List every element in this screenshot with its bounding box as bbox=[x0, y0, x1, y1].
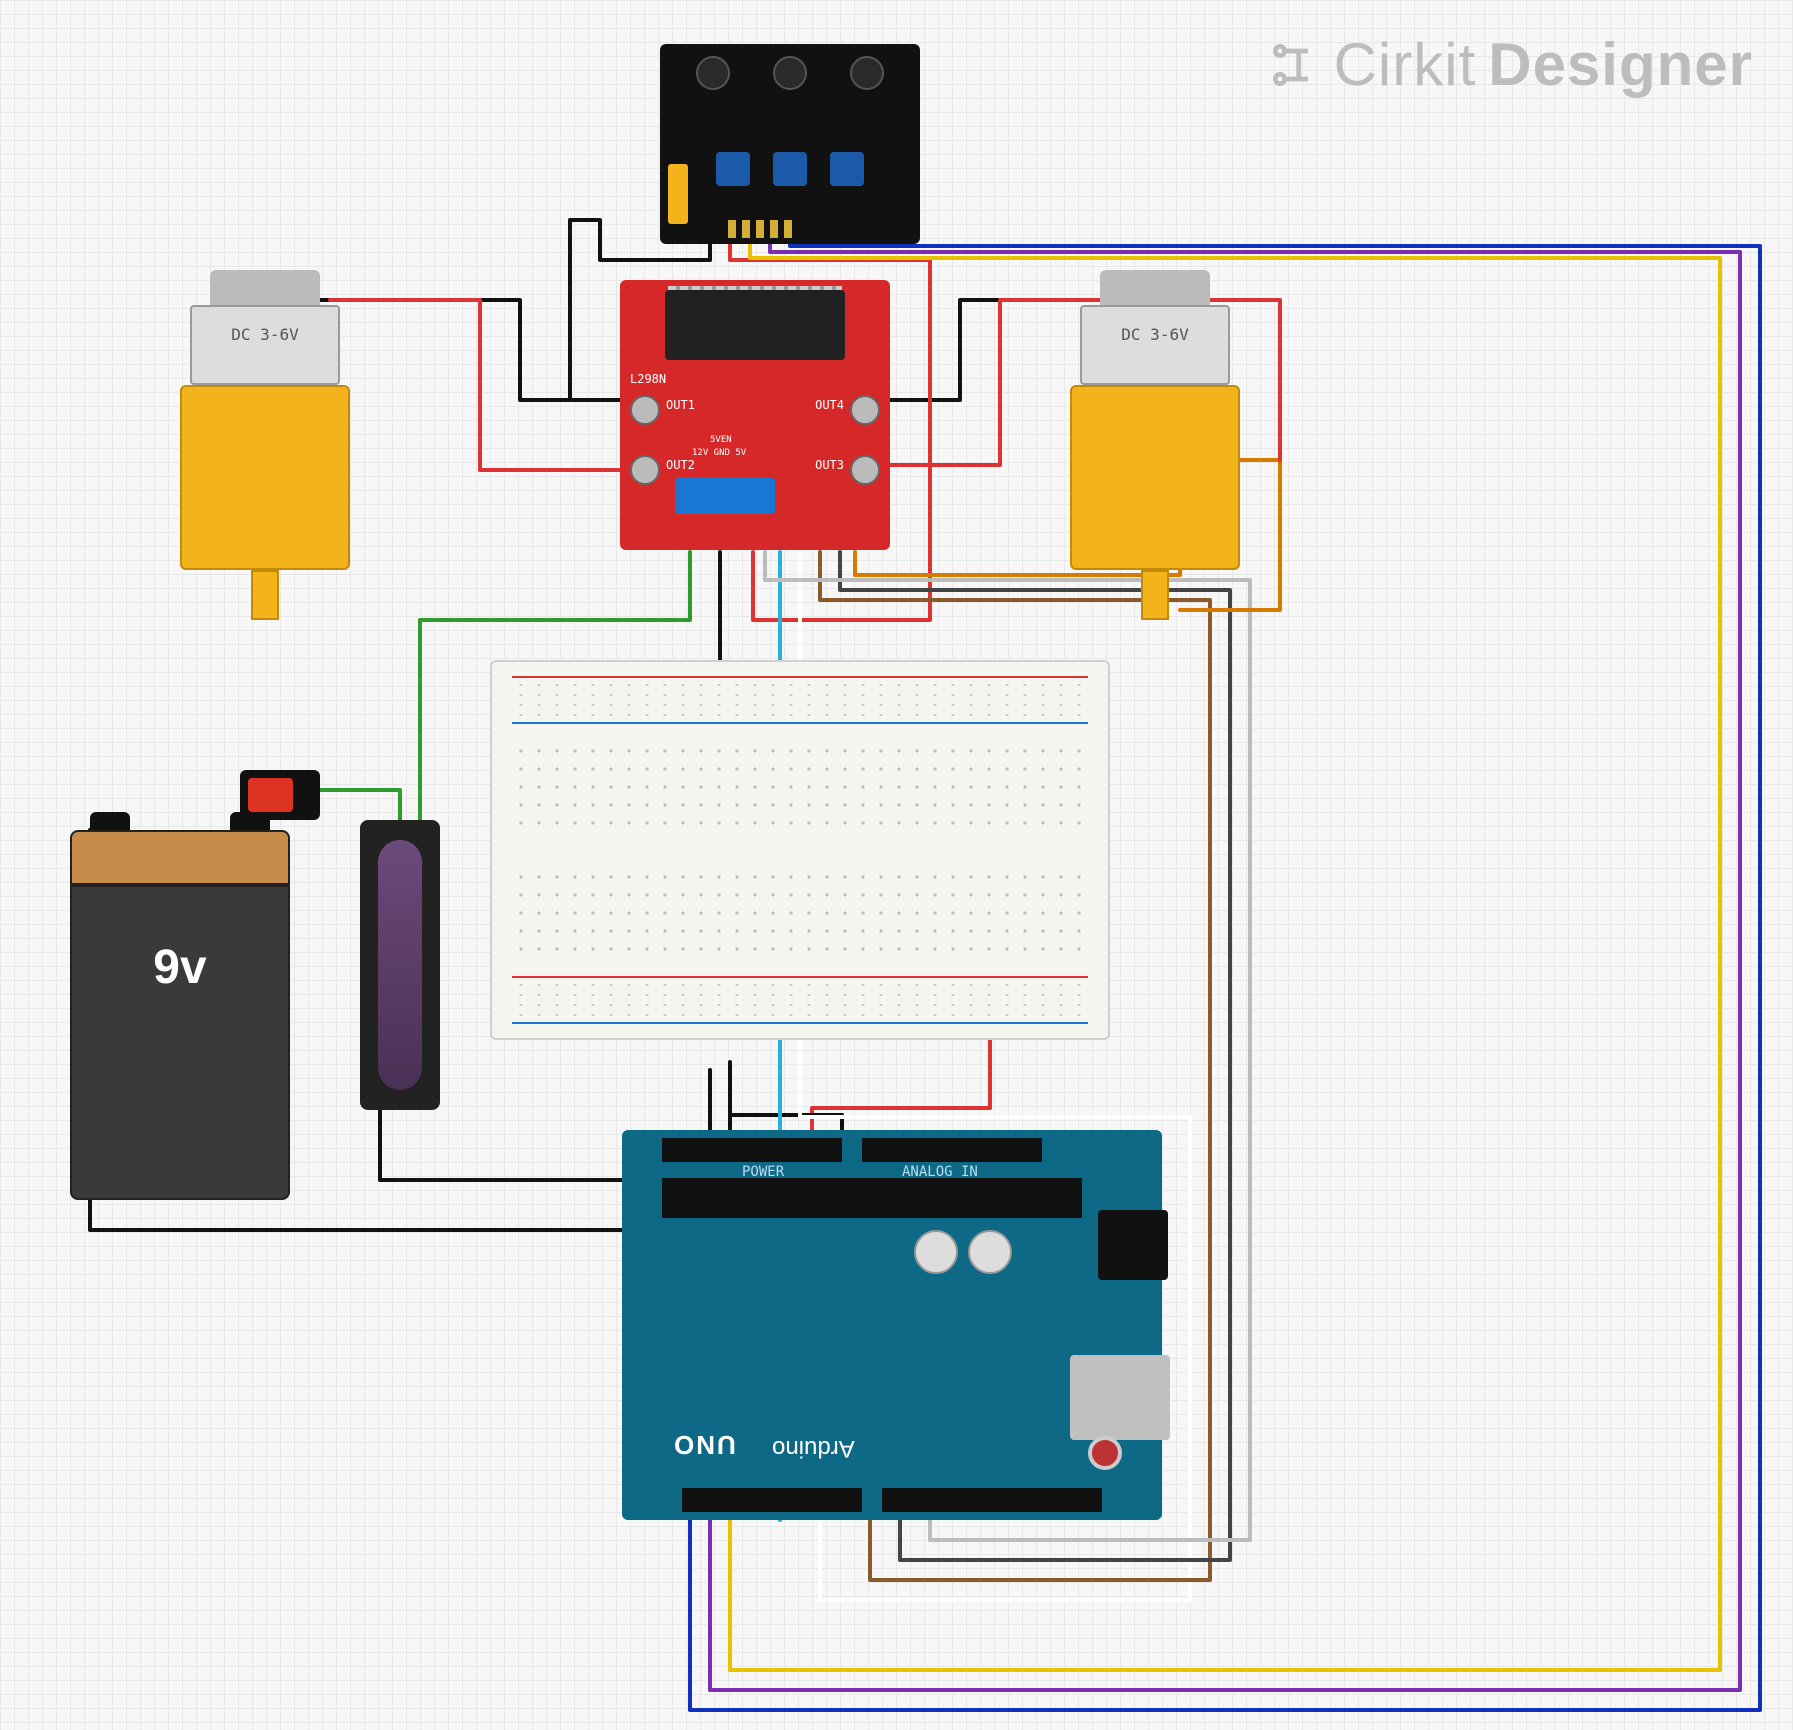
l298n-out3: OUT3 bbox=[815, 458, 844, 472]
arduino-uno[interactable]: UNO Arduino POWER ANALOG IN bbox=[622, 1130, 1162, 1520]
cell-holder-18650[interactable] bbox=[360, 820, 440, 1110]
l298n-chip-label: L298N bbox=[630, 372, 666, 386]
dc-motor-right[interactable]: DC 3-6V bbox=[1070, 270, 1240, 620]
dc-motor-left[interactable]: DC 3-6V bbox=[180, 270, 350, 620]
barrel-jack-icon bbox=[1098, 1210, 1168, 1280]
rocker-switch[interactable] bbox=[240, 770, 320, 820]
l298n-en: 5VEN bbox=[710, 435, 732, 445]
breadboard[interactable] bbox=[490, 660, 1110, 1040]
motor-right-label: DC 3-6V bbox=[1070, 325, 1240, 344]
l298n-out1: OUT1 bbox=[666, 398, 695, 412]
wire-motorR-out4[interactable] bbox=[885, 300, 1100, 400]
usb-port-icon bbox=[1070, 1355, 1170, 1440]
wire-bb-gnd-arduino[interactable] bbox=[730, 1062, 842, 1140]
arduino-brand-label: Arduino bbox=[772, 1434, 855, 1462]
watermark: Cirkit Designer bbox=[1266, 30, 1753, 99]
l298n-driver[interactable]: L298N OUT1 OUT2 OUT4 OUT3 5VEN 12V GND 5… bbox=[620, 280, 890, 550]
wire-switch-to-cell[interactable] bbox=[308, 790, 400, 820]
l298n-out2: OUT2 bbox=[666, 458, 695, 472]
motor-left-label: DC 3-6V bbox=[180, 325, 350, 344]
l298n-pwr: 12V GND 5V bbox=[692, 448, 746, 458]
arduino-analog-label: ANALOG IN bbox=[902, 1164, 978, 1180]
arduino-reset-button[interactable] bbox=[1088, 1436, 1122, 1470]
watermark-product: Designer bbox=[1488, 30, 1753, 99]
wire-motorL-out2[interactable] bbox=[330, 300, 625, 470]
l298n-out4: OUT4 bbox=[815, 398, 844, 412]
arduino-model-label: UNO bbox=[672, 1429, 736, 1460]
cirkit-logo-icon bbox=[1266, 37, 1322, 93]
line-sensor-keystudio[interactable] bbox=[660, 44, 920, 244]
keystudio-tag-icon bbox=[668, 164, 688, 224]
battery-9v[interactable]: 9v bbox=[70, 830, 290, 1200]
arduino-power-label: POWER bbox=[742, 1164, 784, 1180]
design-canvas[interactable]: Cirkit Designer 9v DC 3-6V DC 3-6V L298N… bbox=[0, 0, 1793, 1730]
watermark-brand: Cirkit bbox=[1334, 30, 1477, 99]
battery-label: 9v bbox=[70, 940, 290, 995]
